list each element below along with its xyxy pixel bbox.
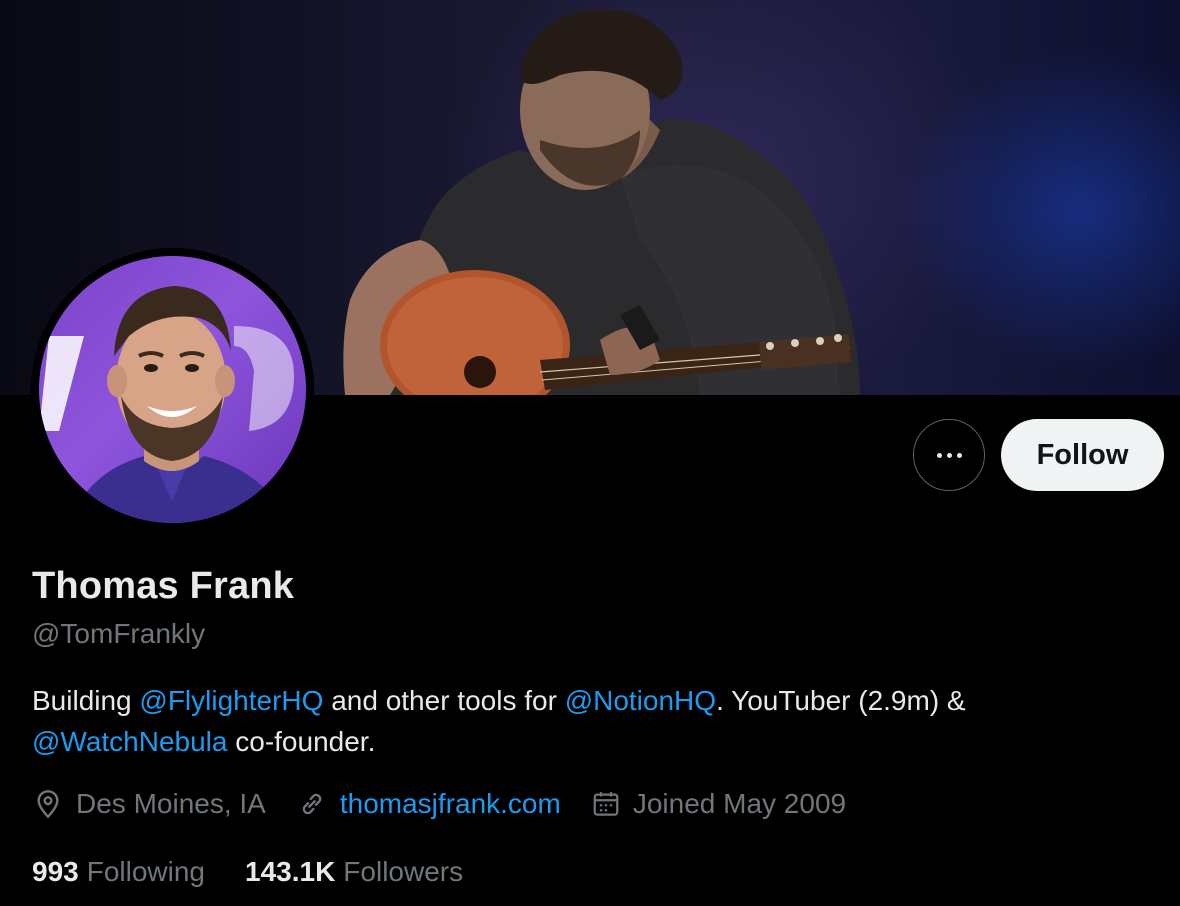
followers-label: Followers <box>343 856 464 887</box>
location-text: Des Moines, IA <box>76 788 266 819</box>
profile-handle: @TomFrankly <box>32 618 206 649</box>
profile-name: Thomas Frank <box>32 565 295 607</box>
joined-text: Joined May 2009 <box>632 788 847 819</box>
profile-meta: Des Moines, IA thomasjfrank.com Joined M… <box>32 787 876 821</box>
followers-link[interactable]: 143.1K Followers <box>245 856 463 888</box>
followers-count: 143.1K <box>245 856 336 887</box>
bio-text: and other tools for <box>323 685 565 716</box>
website-item: thomasjfrank.com <box>296 788 561 820</box>
mention-link-watchnebula[interactable]: @WatchNebula <box>32 726 227 757</box>
avatar-photo <box>39 256 306 523</box>
mention-link-notionhq[interactable]: @NotionHQ <box>565 685 716 716</box>
profile-bio: Building @FlylighterHQ and other tools f… <box>32 680 1142 762</box>
location-item: Des Moines, IA <box>32 787 266 821</box>
location-pin-icon <box>37 790 59 819</box>
following-label: Following <box>86 856 205 887</box>
calendar-icon <box>593 792 619 816</box>
bio-text: co-founder. <box>227 726 376 757</box>
follow-button[interactable]: Follow <box>1001 419 1164 491</box>
link-icon <box>302 793 322 815</box>
bio-text: Building <box>32 685 140 716</box>
profile-avatar[interactable] <box>31 248 314 531</box>
mention-link-flylighterhq[interactable]: @FlylighterHQ <box>139 685 323 716</box>
following-link[interactable]: 993 Following <box>32 856 205 888</box>
more-options-button[interactable] <box>913 419 985 491</box>
ellipsis-icon <box>936 452 962 458</box>
profile-stats: 993 Following 143.1K Followers <box>32 856 503 888</box>
profile-page: Follow Thomas Frank @TomFrankly Building… <box>0 0 1180 906</box>
joined-item: Joined May 2009 <box>591 788 846 820</box>
bio-text: . YouTuber (2.9m) & <box>716 685 966 716</box>
website-link[interactable]: thomasjfrank.com <box>340 788 561 820</box>
following-count: 993 <box>32 856 79 887</box>
